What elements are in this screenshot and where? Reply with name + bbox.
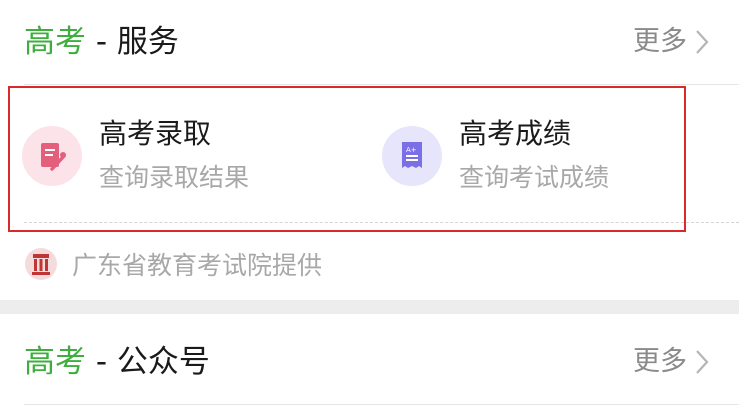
tile-admission[interactable]: 高考录取 查询录取结果 bbox=[22, 116, 352, 196]
services-more-link[interactable]: 更多 bbox=[633, 24, 709, 60]
chevron-right-icon bbox=[696, 30, 709, 54]
section-gap bbox=[0, 300, 739, 314]
tile-admission-title: 高考录取 bbox=[99, 117, 212, 150]
exam-authority-logo-icon bbox=[25, 248, 57, 280]
provider-line: 广东省教育考试院提供 bbox=[24, 244, 322, 284]
official-accounts-more-label: 更多 bbox=[633, 346, 687, 377]
tile-scores-title: 高考成绩 bbox=[459, 117, 572, 150]
admission-document-icon bbox=[41, 143, 66, 171]
services-header: 高考 - 服务 更多 bbox=[0, 12, 739, 72]
tile-admission-subtitle: 查询录取结果 bbox=[99, 163, 250, 192]
scores-icon-badge: A+ bbox=[382, 126, 442, 186]
provider-text: 广东省教育考试院提供 bbox=[72, 251, 323, 280]
services-more-label: 更多 bbox=[633, 26, 687, 57]
services-title-suffix: - 服务 bbox=[86, 24, 179, 60]
dashed-divider bbox=[24, 222, 739, 223]
chevron-right-icon bbox=[696, 350, 709, 374]
official-accounts-header: 高考 - 公众号 更多 bbox=[0, 332, 739, 392]
official-accounts-more-link[interactable]: 更多 bbox=[633, 344, 709, 380]
tile-scores[interactable]: A+ 高考成绩 查询考试成绩 bbox=[382, 116, 682, 196]
official-accounts-title: 高考 - 公众号 bbox=[24, 342, 210, 382]
official-accounts-divider bbox=[24, 404, 739, 405]
tile-scores-subtitle: 查询考试成绩 bbox=[459, 163, 610, 192]
services-title-keyword: 高考 bbox=[24, 24, 86, 60]
services-title: 高考 - 服务 bbox=[24, 22, 179, 62]
official-accounts-title-suffix: - 公众号 bbox=[86, 344, 210, 380]
official-accounts-title-keyword: 高考 bbox=[24, 344, 86, 380]
admission-icon-badge bbox=[22, 126, 82, 186]
svg-text:A+: A+ bbox=[406, 146, 417, 154]
score-receipt-icon: A+ bbox=[402, 142, 422, 168]
services-divider bbox=[24, 84, 739, 85]
